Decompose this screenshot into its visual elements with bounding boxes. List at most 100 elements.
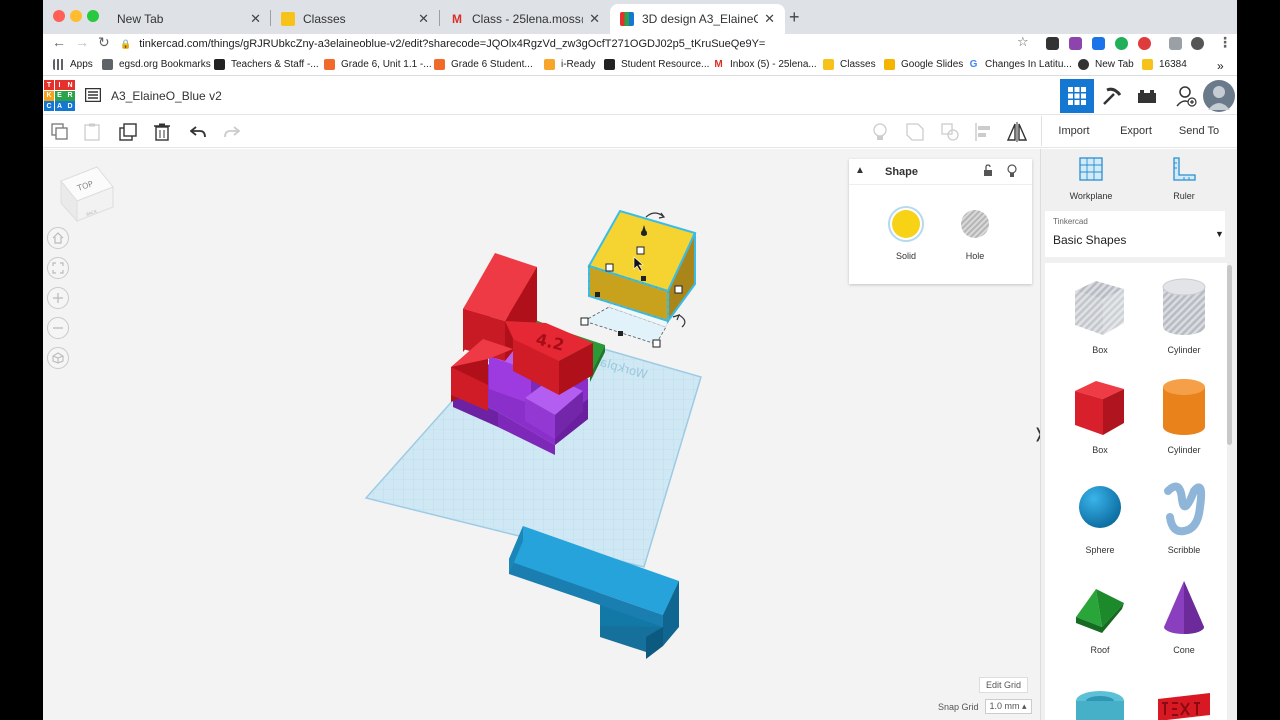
zoom-out-button[interactable] [47,317,69,339]
close-icon[interactable]: ✕ [418,11,429,27]
align-icon[interactable] [972,120,996,144]
rotate-arrow-icon[interactable] [678,314,686,328]
bookmark-apps[interactable]: Apps [53,59,93,70]
solid-color-swatch [888,206,924,242]
bookmark-item[interactable]: New Tab [1078,59,1134,70]
solid-option[interactable]: Solid [887,205,925,261]
extension-icon[interactable] [1169,37,1182,50]
profile-avatar[interactable] [1191,37,1204,50]
bookmark-item[interactable]: Grade 6 Student... [434,59,533,70]
shapes-scrollbar[interactable] [1227,265,1232,445]
resize-handle[interactable] [674,285,683,294]
bookmark-item[interactable]: i-Ready [544,59,595,70]
shape-sphere[interactable]: Sphere [1057,477,1143,555]
bricks-icon[interactable] [1130,79,1164,113]
group-icon[interactable] [903,120,927,144]
bookmark-item[interactable]: Classes [823,59,876,70]
bookmark-item[interactable]: M Inbox (5) - 25lena... [713,59,816,70]
shape-roof[interactable]: Roof [1057,577,1143,655]
light-bulb-icon[interactable] [868,120,892,144]
perspective-button[interactable] [47,347,69,369]
tab-gmail[interactable]: M Class - 25lena.moss@egsd.org ✕ [440,4,610,34]
shape-cone[interactable]: Cone [1141,577,1227,655]
back-arrow-icon[interactable]: ← [52,34,66,50]
close-icon[interactable]: ✕ [589,11,600,27]
extension-icon[interactable] [1138,37,1151,50]
tab-new-tab[interactable]: New Tab ✕ [101,4,271,34]
close-icon[interactable]: ✕ [764,11,775,27]
design-title[interactable]: A3_ElaineO_Blue v2 [111,89,222,103]
list-view-icon[interactable] [84,87,102,107]
minimize-window-button[interactable] [70,10,82,22]
bookmark-item[interactable]: Google Slides [884,59,963,70]
send-to-button[interactable]: Send To [1167,116,1231,146]
extension-icon[interactable] [1069,37,1082,50]
fit-view-button[interactable] [47,257,69,279]
3d-view-button[interactable] [1060,79,1094,113]
resize-handle[interactable] [636,246,645,255]
blocks-pickaxe-icon[interactable] [1095,79,1129,113]
shape-cylinder-hole[interactable]: Cylinder [1141,277,1227,355]
bookmark-icon [604,59,615,70]
light-bulb-icon[interactable] [1007,164,1017,181]
bookmark-item[interactable]: Student Resource... [604,59,709,70]
more-bookmarks-button[interactable]: » [1217,59,1224,73]
snap-grid-select[interactable]: 1.0 mm ▴ [984,699,1032,714]
extension-icon[interactable] [1046,37,1059,50]
bookmark-icon [324,59,335,70]
resize-handle[interactable] [652,339,661,348]
close-icon[interactable]: ✕ [250,11,261,27]
lock-icon[interactable] [983,164,993,180]
duplicate-icon[interactable] [116,120,140,144]
redo-icon[interactable] [220,120,244,144]
shape-library-select[interactable]: Tinkercad Basic Shapes ▼ [1045,211,1225,257]
shape-text[interactable] [1141,689,1227,720]
3d-workspace[interactable]: Workplane 4.2 TOP BACK ▲ Shape Solid Hol… [43,149,1045,720]
view-cube[interactable]: TOP BACK [59,163,115,228]
add-user-icon[interactable] [1169,79,1203,113]
shape-cylinder[interactable]: Cylinder [1141,377,1227,455]
shape-box[interactable]: Box [1057,377,1143,455]
ruler-tool[interactable]: Ruler [1149,157,1219,201]
ungroup-icon[interactable] [938,120,962,144]
mirror-icon[interactable] [1005,120,1029,144]
maximize-window-button[interactable] [87,10,99,22]
bookmark-item[interactable]: G Changes In Latitu... [968,59,1072,70]
paste-icon[interactable] [80,120,104,144]
tab-tinkercad[interactable]: 3D design A3_ElaineO_Blue v2 ✕ [610,4,785,34]
forward-arrow-icon[interactable]: → [75,34,89,50]
shape-tube[interactable] [1057,687,1143,720]
resize-handle[interactable] [605,263,614,272]
bookmark-item[interactable]: Grade 6, Unit 1.1 -... [324,59,432,70]
shape-panel-title: Shape [885,166,919,178]
zoom-in-button[interactable] [47,287,69,309]
reload-icon[interactable]: ↻ [98,34,110,51]
trash-icon[interactable] [150,120,174,144]
extension-icon[interactable] [1115,37,1128,50]
workplane-tool[interactable]: Workplane [1056,157,1126,201]
bookmark-item[interactable]: 16384 [1142,59,1187,70]
avatar[interactable] [1203,80,1235,112]
collapse-arrow-icon[interactable]: ▲ [855,165,865,176]
extension-icon[interactable] [1092,37,1105,50]
hole-option[interactable]: Hole [956,205,994,261]
shape-scribble[interactable]: Scribble [1141,477,1227,555]
shape-box-hole[interactable]: Box [1057,277,1143,355]
resize-handle[interactable] [580,317,589,326]
edit-grid-button[interactable]: Edit Grid [979,677,1029,693]
menu-icon[interactable]: ⋮ [1218,34,1232,51]
export-button[interactable]: Export [1105,116,1167,146]
tab-classes[interactable]: Classes ✕ [271,4,439,34]
shape-label: Cylinder [1167,345,1201,355]
copy-icon[interactable] [48,120,72,144]
new-tab-button[interactable]: + [789,7,800,28]
close-window-button[interactable] [53,10,65,22]
import-button[interactable]: Import [1043,116,1105,146]
bookmark-item[interactable]: Teachers & Staff -... [214,59,319,70]
address-bar[interactable]: 🔒 tinkercad.com/things/gRJRUbkcZny-a3ela… [120,35,1040,53]
bookmark-item[interactable]: egsd.org Bookmarks [102,59,211,70]
star-icon[interactable]: ☆ [1017,34,1029,50]
undo-icon[interactable] [186,120,210,144]
tinkercad-logo[interactable]: T I N K E R C A D [44,80,75,111]
home-view-button[interactable] [47,227,69,249]
